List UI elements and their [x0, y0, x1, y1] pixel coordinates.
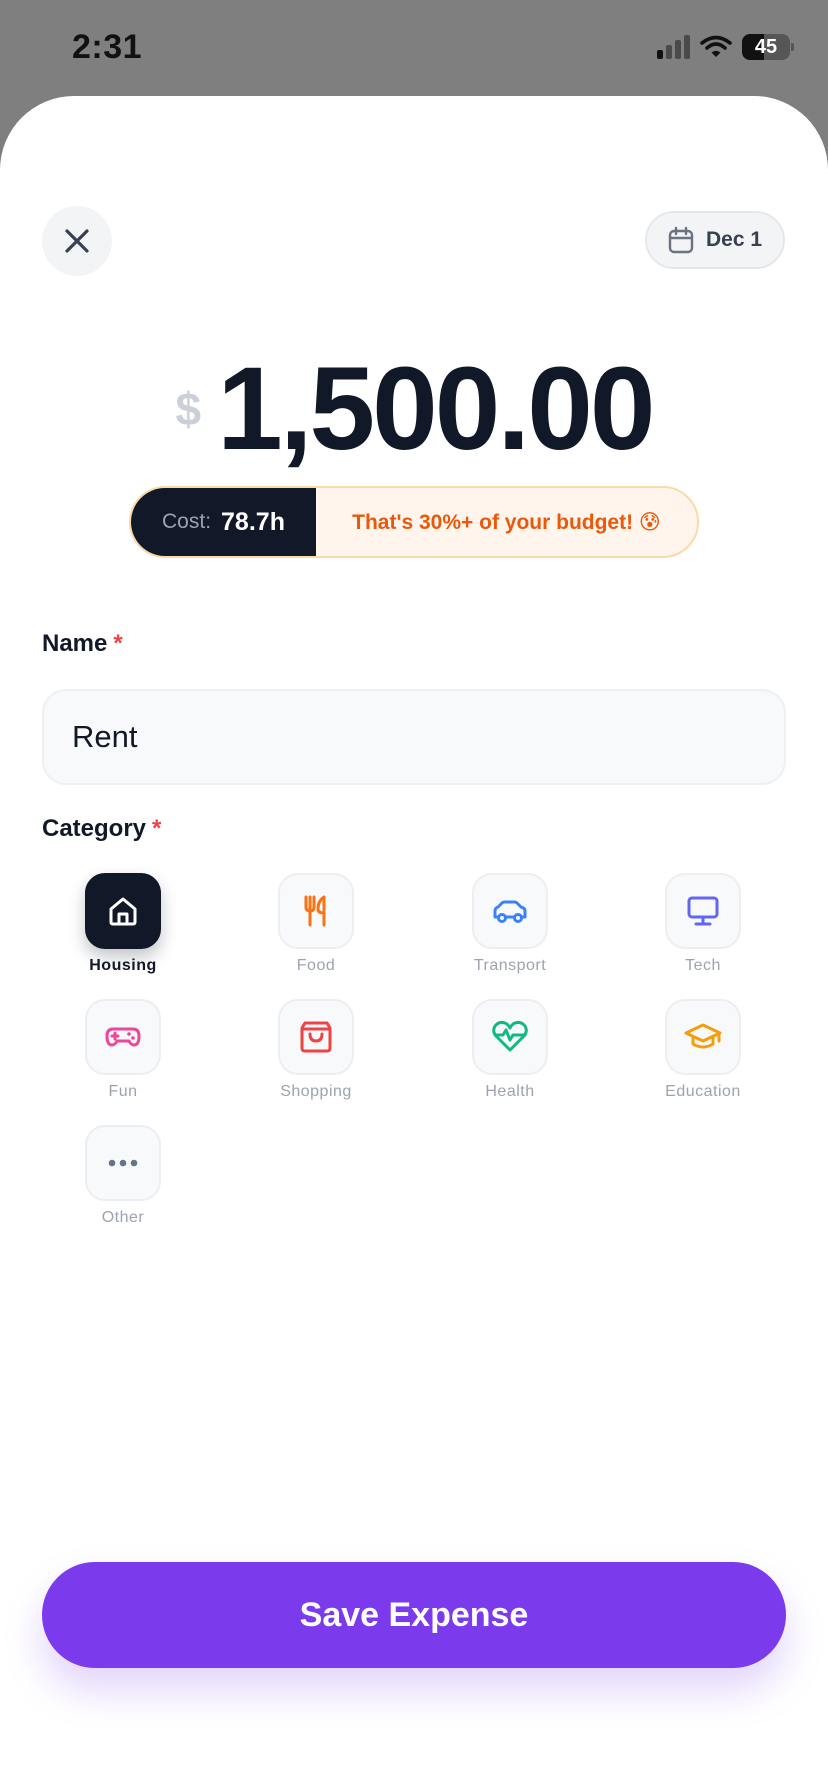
calendar-icon	[668, 226, 694, 254]
category-icon-box	[665, 999, 741, 1075]
wifi-icon	[700, 35, 732, 57]
cost-value: 78.7h	[221, 507, 285, 536]
cost-label: Cost:	[162, 510, 212, 533]
amount-value: 1,500.00	[217, 343, 655, 475]
category-label: Category *	[42, 815, 161, 843]
amount-display[interactable]: $ 1,500.00	[0, 350, 828, 468]
category-food[interactable]: Food	[236, 873, 396, 975]
required-mark: *	[152, 815, 162, 842]
status-icons: 45	[657, 34, 794, 60]
category-label: Tech	[685, 957, 721, 974]
status-bar: 2:31 45	[0, 0, 828, 96]
category-icon-box	[278, 999, 354, 1075]
car-icon	[493, 900, 527, 923]
close-button[interactable]	[42, 206, 112, 276]
battery-percent: 45	[754, 36, 778, 58]
name-label: Name *	[42, 630, 123, 658]
gamepad-icon	[105, 1027, 141, 1047]
date-label: Dec 1	[705, 228, 763, 251]
category-transport[interactable]: Transport	[430, 873, 590, 975]
category-label: Other	[101, 1209, 145, 1226]
category-label-text: Category	[42, 815, 147, 842]
category-label: Education	[665, 1083, 741, 1100]
category-icon-box	[85, 999, 161, 1075]
utensils-icon	[304, 895, 326, 927]
category-label: Fun	[108, 1083, 138, 1100]
category-label: Shopping	[280, 1083, 352, 1100]
category-icon-box	[85, 873, 161, 949]
category-label: Food	[296, 957, 336, 974]
category-other[interactable]: Other	[43, 1125, 203, 1227]
category-icon-box	[278, 873, 354, 949]
category-label: Health	[485, 1083, 535, 1100]
category-shopping[interactable]: Shopping	[236, 999, 396, 1101]
category-label: Transport	[473, 957, 547, 974]
required-mark: *	[113, 630, 123, 657]
category-label: Housing	[89, 957, 157, 974]
name-input[interactable]	[42, 689, 786, 785]
category-education[interactable]: Education	[623, 999, 783, 1101]
category-icon-box	[472, 873, 548, 949]
category-tech[interactable]: Tech	[623, 873, 783, 975]
category-health[interactable]: Health	[430, 999, 590, 1101]
budget-warning: That's 30%+ of your budget! 😰	[352, 510, 661, 534]
close-icon	[65, 229, 89, 253]
name-label-text: Name	[42, 630, 108, 657]
save-expense-button[interactable]: Save Expense	[42, 1562, 786, 1668]
shopping-bag-icon	[300, 1021, 332, 1053]
category-fun[interactable]: Fun	[43, 999, 203, 1101]
category-icon-box	[665, 873, 741, 949]
heart-pulse-icon	[492, 1020, 528, 1052]
category-icon-box	[472, 999, 548, 1075]
currency-symbol: $	[175, 383, 202, 435]
cellular-signal-icon	[657, 35, 690, 59]
status-time: 2:31	[72, 28, 143, 66]
graduation-cap-icon	[684, 1023, 722, 1049]
monitor-icon	[687, 896, 719, 926]
house-icon	[109, 897, 137, 926]
more-icon	[108, 1159, 138, 1167]
battery-icon: 45	[742, 34, 794, 60]
cost-hours: Cost: 78.7h	[131, 488, 316, 556]
cost-indicator: Cost: 78.7h That's 30%+ of your budget! …	[129, 486, 699, 558]
category-housing[interactable]: Housing	[43, 873, 203, 975]
category-icon-box	[85, 1125, 161, 1201]
date-picker-button[interactable]: Dec 1	[645, 211, 785, 269]
